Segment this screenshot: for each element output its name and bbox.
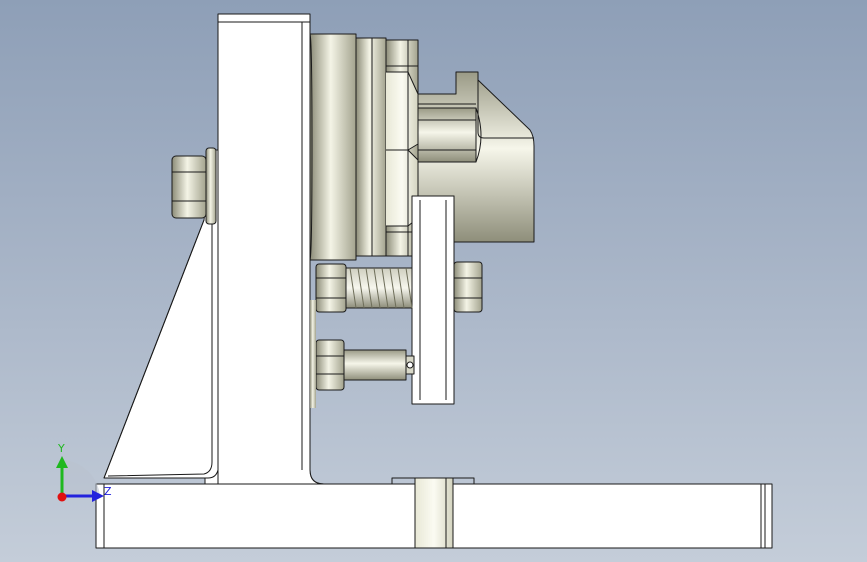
bracket-upright bbox=[217, 13, 325, 485]
graphics-viewport[interactable]: Y Z bbox=[0, 0, 867, 562]
pivot-pin bbox=[315, 339, 415, 391]
cylinder-body bbox=[309, 33, 387, 261]
triad-y-label: Y bbox=[58, 442, 65, 455]
triad-z-label: Z bbox=[104, 485, 112, 498]
spring-assembly bbox=[315, 261, 483, 313]
base-plate bbox=[95, 467, 773, 549]
hex-bolt-left bbox=[171, 147, 217, 225]
cad-model[interactable] bbox=[0, 0, 867, 562]
lever-plate bbox=[411, 195, 455, 405]
coordinate-triad bbox=[56, 456, 104, 502]
